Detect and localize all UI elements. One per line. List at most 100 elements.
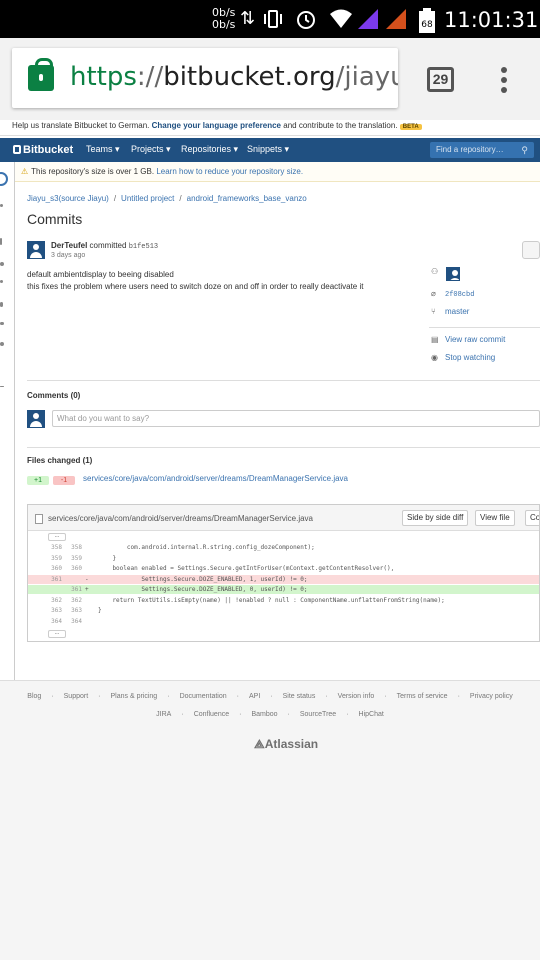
- sidebar-icon[interactable]: [0, 386, 4, 387]
- svg-text:68: 68: [421, 20, 433, 30]
- commit-actions-button[interactable]: [522, 241, 540, 259]
- commit-date: 3 days ago: [51, 252, 86, 259]
- url-host: bitbucket.org: [163, 62, 336, 92]
- commit-author[interactable]: DerTeufel: [51, 241, 87, 250]
- battery-icon: 68: [418, 8, 436, 38]
- sidebar-icon[interactable]: [0, 262, 4, 266]
- view-file-button[interactable]: View file: [475, 510, 515, 526]
- stop-watching[interactable]: ◉ Stop watching: [431, 353, 495, 362]
- sidebar-icon[interactable]: [0, 204, 3, 207]
- lines-removed-badge: -1: [53, 476, 75, 485]
- breadcrumb-item[interactable]: android_frameworks_base_vanzo: [187, 194, 307, 203]
- tab-switcher-button[interactable]: 29: [427, 67, 454, 92]
- nav-projects[interactable]: Projects ▾: [131, 144, 171, 155]
- diff-code: Settings.Secure.DOZE_ENABLED, 1, userId)…: [98, 575, 308, 583]
- stop-watching-link[interactable]: Stop watching: [445, 353, 495, 362]
- url-scheme: https: [70, 62, 137, 92]
- footer-link[interactable]: Documentation: [180, 693, 227, 700]
- new-line-number: 359: [71, 554, 82, 562]
- footer-link[interactable]: JIRA: [156, 711, 171, 718]
- changed-file-link[interactable]: services/core/java/com/android/server/dr…: [83, 474, 348, 483]
- sidebar-icon[interactable]: [0, 342, 4, 346]
- commit-node-icon: ⌀: [431, 289, 436, 298]
- url-text[interactable]: https://bitbucket.org/jiayu_s: [70, 62, 398, 92]
- breadcrumb-item[interactable]: Jiayu_s3(source Jiayu): [27, 194, 109, 203]
- current-user-avatar: [27, 410, 45, 428]
- comments-heading: Comments (0): [27, 391, 81, 400]
- expand-context-button[interactable]: ...: [48, 533, 66, 541]
- diff-code: }: [98, 607, 102, 614]
- repo-search-input[interactable]: Find a repository… ⚲: [430, 142, 534, 158]
- bitbucket-logo[interactable]: Bitbucket: [13, 144, 73, 156]
- footer-separator: ·: [98, 693, 101, 700]
- translate-banner: Help us translate Bitbucket to German. C…: [0, 120, 540, 136]
- view-raw-commit[interactable]: ▤ View raw commit: [431, 335, 505, 344]
- diff-panel: services/core/java/com/android/server/dr…: [27, 504, 540, 642]
- footer-link[interactable]: Blog: [27, 693, 41, 700]
- new-line-number: 363: [71, 607, 82, 614]
- signal-icon: [357, 8, 379, 34]
- top-nav: Bitbucket Teams ▾ Projects ▾ Repositorie…: [0, 138, 540, 162]
- author-avatar[interactable]: [27, 241, 45, 259]
- warning-text: This repository's size is over 1 GB.: [31, 167, 155, 176]
- comment-placeholder: What do you want to say?: [57, 414, 150, 423]
- comment-input[interactable]: What do you want to say?: [52, 410, 540, 427]
- reduce-size-link[interactable]: Learn how to reduce your repository size…: [156, 167, 303, 176]
- old-line-number: 364: [51, 617, 62, 625]
- atlassian-logo[interactable]: ⟁Atlassian: [254, 737, 318, 752]
- footer-separator: ·: [287, 711, 290, 718]
- sidebar-icon[interactable]: [0, 322, 4, 325]
- branch-link[interactable]: master: [445, 307, 469, 316]
- footer: Blog · Support · Plans & pricing · Documentati…: [0, 680, 540, 960]
- parent-commit: ⌀ 2f08cbd: [431, 289, 474, 299]
- footer-link[interactable]: Support: [64, 693, 89, 700]
- footer-separator: ·: [167, 693, 170, 700]
- diff-code: return TextUtils.isEmpty(name) || !enabl…: [98, 596, 445, 604]
- diff-header: services/core/java/com/android/server/dr…: [28, 505, 539, 531]
- status-bar: 0b/s 0b/s ⇅ 68 11:01:31: [0, 0, 540, 38]
- committer-avatar[interactable]: [446, 267, 460, 281]
- footer-link[interactable]: Terms of service: [397, 693, 448, 700]
- translate-text: Help us translate Bitbucket to German.: [12, 121, 150, 130]
- diff-marker: -: [85, 575, 89, 583]
- sidebar-icon[interactable]: [0, 280, 3, 283]
- old-line-number: 359: [51, 554, 62, 562]
- nav-teams[interactable]: Teams ▾: [86, 144, 120, 155]
- repo-avatar-icon[interactable]: [0, 172, 8, 186]
- footer-links: JIRA · Confluence · Bamboo · SourceTree · HipCha…: [0, 711, 540, 718]
- diff-marker: +: [85, 586, 89, 593]
- footer-link[interactable]: Bamboo: [251, 711, 277, 718]
- clock: 11:01:31: [444, 8, 539, 32]
- footer-link[interactable]: Version info: [338, 693, 375, 700]
- language-preference-link[interactable]: Change your language preference: [152, 121, 281, 130]
- comment-button[interactable]: Co: [525, 510, 539, 526]
- sidebar-icon[interactable]: [0, 302, 3, 307]
- commit-message-line: this fixes the problem where users need …: [27, 282, 364, 291]
- menu-dots-icon[interactable]: [501, 67, 509, 97]
- side-by-side-diff-button[interactable]: Side by side diff: [402, 510, 469, 526]
- address-bar[interactable]: https://bitbucket.org/jiayu_s: [12, 48, 398, 108]
- footer-link[interactable]: Plans & pricing: [111, 693, 158, 700]
- parent-commit-link[interactable]: 2f08cbd: [445, 291, 474, 299]
- footer-link[interactable]: Confluence: [194, 711, 229, 718]
- sidebar-icon[interactable]: [0, 238, 2, 245]
- footer-link[interactable]: HipChat: [359, 711, 384, 718]
- commit-hash: b1fe513: [128, 243, 159, 251]
- people-icon: ⚇: [431, 267, 439, 276]
- diff-line: 361 - Settings.Secure.DOZE_ENABLED, 1, us…: [28, 574, 539, 584]
- footer-link[interactable]: SourceTree: [300, 711, 336, 718]
- footer-link[interactable]: API: [249, 693, 260, 700]
- footer-separator: ·: [239, 711, 242, 718]
- nav-repositories[interactable]: Repositories ▾: [181, 144, 238, 155]
- eye-icon: ◉: [431, 353, 438, 362]
- bitbucket-icon: [13, 145, 21, 154]
- nav-snippets[interactable]: Snippets ▾: [247, 144, 289, 155]
- expand-context-button[interactable]: ...: [48, 630, 66, 638]
- footer-link[interactable]: Site status: [283, 693, 316, 700]
- view-raw-commit-link[interactable]: View raw commit: [445, 335, 505, 344]
- divider: [27, 447, 540, 448]
- breadcrumb-item[interactable]: Untitled project: [121, 194, 174, 203]
- wifi-icon: [329, 8, 353, 34]
- footer-link[interactable]: Privacy policy: [470, 693, 513, 700]
- lock-icon: [28, 58, 54, 91]
